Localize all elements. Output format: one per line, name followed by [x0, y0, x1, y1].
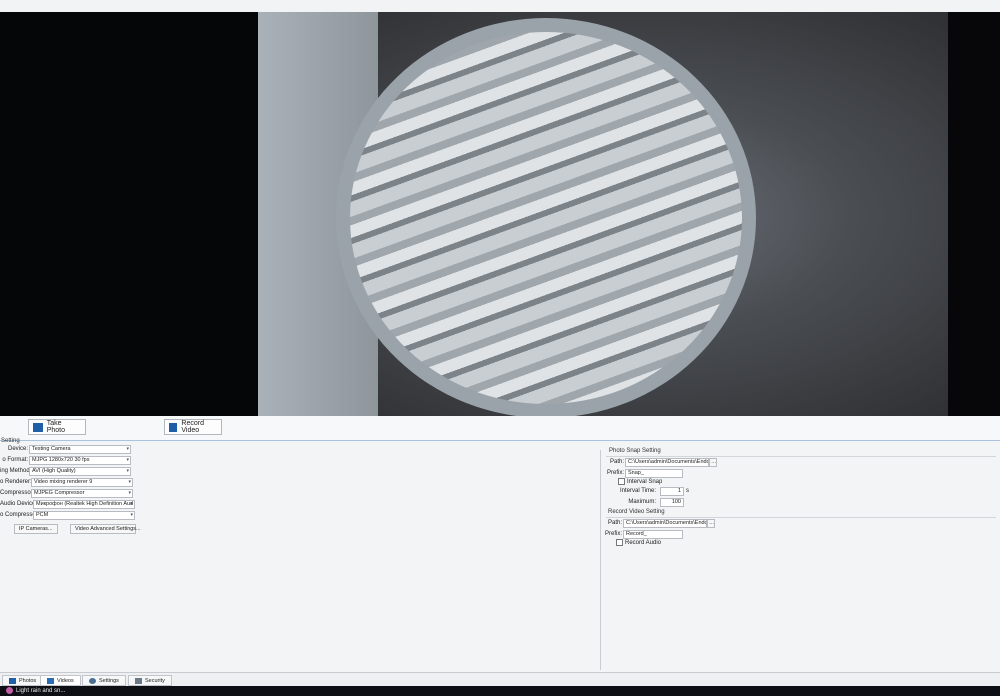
record-video-group-title: Record Video Setting: [608, 509, 665, 515]
capture-setting-group-title: Setting: [1, 438, 20, 444]
maximum-label: Maximum:: [628, 499, 656, 505]
photo-prefix-label: Prefix:: [606, 470, 624, 476]
video-renderer-label: o Renderer:: [0, 479, 32, 485]
film-icon: [47, 677, 54, 684]
chevron-down-icon: ▾: [126, 468, 129, 474]
preview-right-black-area: [948, 12, 1000, 428]
checkbox-box: [616, 539, 623, 546]
interval-unit-label: s: [686, 488, 689, 494]
tab-security[interactable]: Security: [128, 675, 172, 686]
windows-taskbar: Light rain and sn...: [0, 686, 1000, 696]
interval-snap-label: Interval Snap: [627, 478, 663, 485]
capture-toolbar: Take Photo Record Video: [0, 416, 1000, 441]
photo-snap-group-border: [606, 456, 996, 457]
video-compressor-value: MJPEG Compressor: [34, 490, 85, 496]
film-icon: [169, 422, 178, 432]
recording-method-label: ing Method:: [0, 468, 32, 474]
photo-path-browse-button[interactable]: …: [709, 458, 717, 467]
photo-prefix-input[interactable]: Snap_: [625, 469, 683, 478]
take-photo-label: Take Photo: [46, 420, 65, 434]
record-audio-label: Record Audio: [625, 539, 662, 546]
video-renderer-select[interactable]: Video mixing renderer 9 ▾: [31, 478, 133, 487]
chevron-down-icon: ▾: [128, 490, 131, 496]
photo-path-input[interactable]: C:\Users\admin\Documents\Endo: [625, 458, 709, 467]
record-audio-checkbox[interactable]: Record Audio: [616, 539, 661, 546]
settings-column-divider: [600, 450, 601, 670]
audio-device-select[interactable]: Микрофон (Realtek High Definition Aud ▾: [33, 500, 135, 509]
tab-photos[interactable]: Photos: [2, 675, 44, 686]
lock-icon: [135, 677, 142, 684]
ip-cameras-button[interactable]: IP Cameras...: [14, 524, 58, 534]
tab-settings[interactable]: Settings: [82, 675, 126, 686]
photo-icon: [9, 677, 16, 684]
video-renderer-value: Video mixing renderer 9: [34, 479, 93, 485]
tab-videos[interactable]: Videos: [40, 675, 81, 686]
record-video-label: Record Video: [181, 420, 204, 434]
recording-method-select[interactable]: AVI (High Quality) ▾: [29, 467, 131, 476]
video-format-select[interactable]: MJPG 1280x720 30 fps ▾: [29, 456, 131, 465]
record-video-group-border: [606, 517, 996, 518]
video-path-browse-button[interactable]: …: [707, 519, 715, 528]
audio-device-value: Микрофон (Realtek High Definition Aud: [36, 501, 134, 507]
video-path-label: Path:: [607, 520, 622, 526]
video-format-value: MJPG 1280x720 30 fps: [32, 457, 90, 463]
camera-preview-pipe-image: [336, 18, 756, 418]
tab-security-label: Security: [145, 677, 165, 684]
record-video-button[interactable]: Record Video: [164, 419, 222, 435]
audio-compressor-value: PCM: [36, 512, 49, 518]
photo-snap-group-title: Photo Snap Setting: [609, 448, 661, 454]
toolbar-separator: [0, 440, 1000, 441]
weather-icon: [6, 687, 13, 694]
chevron-down-icon: ▾: [128, 479, 131, 485]
tab-videos-label: Videos: [57, 677, 74, 684]
interval-time-input[interactable]: 1: [660, 487, 684, 496]
video-format-label: o Format:: [2, 457, 28, 463]
preview-left-black-area: [0, 12, 258, 416]
photo-path-label: Path:: [609, 459, 624, 465]
chevron-down-icon: ▾: [130, 501, 133, 507]
video-prefix-label: Prefix:: [604, 531, 622, 537]
weather-widget[interactable]: Light rain and sn...: [6, 687, 65, 694]
video-prefix-input[interactable]: Record_: [623, 530, 683, 539]
chevron-down-icon: ▾: [130, 512, 133, 518]
camera-icon: [33, 422, 43, 432]
audio-compressor-select[interactable]: PCM ▾: [33, 511, 135, 520]
checkbox-box: [618, 478, 625, 485]
weather-label: Light rain and sn...: [16, 687, 66, 694]
settings-panel: Take Photo Record Video Setting Device: …: [0, 416, 1000, 686]
video-compressor-label: Compressor:: [0, 490, 35, 496]
maximum-input[interactable]: 100: [660, 498, 684, 507]
gear-icon: [89, 677, 96, 684]
video-advanced-settings-button[interactable]: Video Advanced Settings...: [70, 524, 141, 534]
chevron-down-icon: ▾: [126, 446, 129, 452]
device-select[interactable]: Testing Camera ▾: [29, 445, 131, 454]
device-value: Testing Camera: [32, 446, 71, 452]
device-label: Device:: [7, 446, 28, 452]
bottom-tab-bar: Photos Videos Settings Security: [0, 672, 1000, 687]
window-top-strip: [0, 0, 1000, 12]
tab-settings-label: Settings: [99, 677, 119, 684]
camera-preview: [258, 12, 948, 420]
video-path-input[interactable]: C:\Users\admin\Documents\Endo: [623, 519, 707, 528]
chevron-down-icon: ▾: [126, 457, 129, 463]
audio-device-label: Audio Device:: [0, 501, 38, 507]
video-compressor-select[interactable]: MJPEG Compressor ▾: [31, 489, 133, 498]
audio-compressor-label: o Compressor:: [0, 512, 40, 518]
take-photo-button[interactable]: Take Photo: [28, 419, 86, 435]
recording-method-value: AVI (High Quality): [32, 468, 76, 474]
tab-photos-label: Photos: [19, 677, 37, 684]
interval-time-label: Interval Time:: [619, 488, 656, 494]
interval-snap-checkbox[interactable]: Interval Snap: [618, 478, 662, 485]
